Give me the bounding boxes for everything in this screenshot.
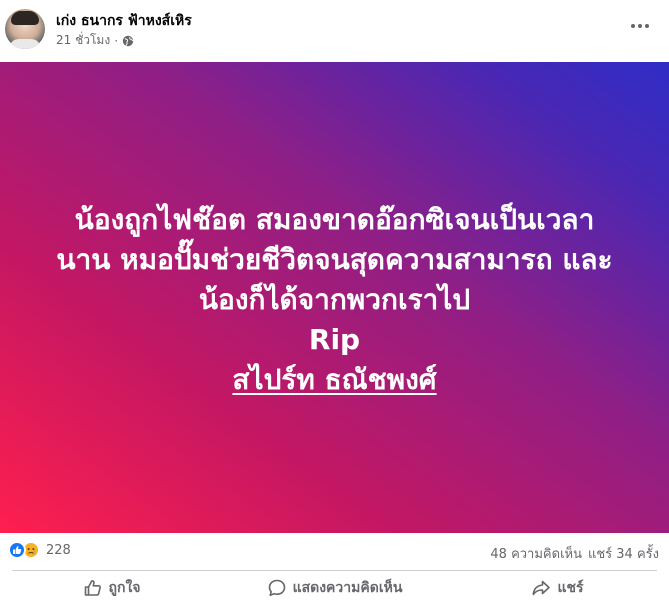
post-text-line: Rip [308,323,361,356]
more-horizontal-icon[interactable] [625,14,655,38]
avatar-hair [11,11,39,25]
post-text: น้องถูกไฟช๊อต สมองขาดอ๊อกซิเจนเป็นเวลา น… [0,200,669,400]
shares-count[interactable]: แชร์ 34 ครั้ง [588,543,659,564]
comments-count[interactable]: 48 ความคิดเห็น [490,543,582,564]
engagement-counts: 48 ความคิดเห็น แชร์ 34 ครั้ง [490,543,659,564]
avatar[interactable] [5,9,45,49]
share-label: แชร์ [557,579,584,596]
like-icon [8,541,26,559]
like-outline-icon [84,579,101,596]
post-text-line: น้องถูกไฟช๊อต สมองขาดอ๊อกซิเจนเป็นเวลา [74,203,595,236]
meta-separator: · [114,33,119,48]
post-time[interactable]: 21 ชั่วโมง [56,31,110,50]
tagged-name-link[interactable]: สไปร์ท ธณัชพงศ์ [232,363,436,396]
text-post-background: น้องถูกไฟช๊อต สมองขาดอ๊อกซิเจนเป็นเวลา น… [0,62,669,533]
comment-button[interactable]: แสดงความคิดเห็น [223,571,446,604]
share-button[interactable]: แชร์ [446,571,669,604]
globe-icon[interactable] [122,35,134,47]
like-button[interactable]: ถูกใจ [0,571,223,604]
comment-icon [268,579,285,596]
avatar-shirt [9,39,41,49]
comment-label: แสดงความคิดเห็น [292,579,403,596]
post-actions: ถูกใจ แสดงความคิดเห็น แชร์ [0,571,669,604]
post-meta: 21 ชั่วโมง · [56,31,134,50]
post-text-line: น้องก็ได้จากพวกเราไป [198,283,471,316]
share-icon [532,580,551,595]
like-label: ถูกใจ [108,579,141,596]
reaction-count: 228 [46,542,71,558]
post-text-line: นาน หมอปั๊มช่วยชีวิตจนสุดความสามารถ และ [56,243,613,276]
reactions-summary[interactable]: 228 [8,541,71,559]
post-stats: 228 48 ความคิดเห็น แชร์ 34 ครั้ง [0,533,669,569]
post-header: เก่ง ธนากร ฟ้าหงส์เหิร 21 ชั่วโมง · [0,0,669,62]
author-name[interactable]: เก่ง ธนากร ฟ้าหงส์เหิร [56,10,192,32]
